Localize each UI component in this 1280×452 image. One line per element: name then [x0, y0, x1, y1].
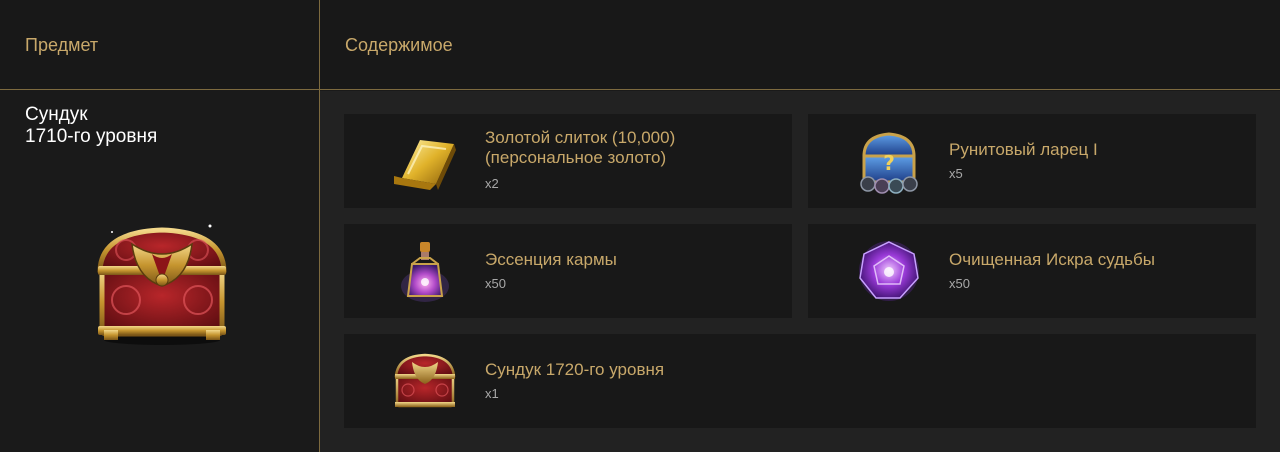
table-header: Предмет Содержимое	[0, 0, 1280, 90]
content-item-qty: x50	[485, 276, 506, 291]
content-item-runite-chest: ? Рунитовый ларец I x5	[808, 114, 1256, 208]
chest-title: Сундук 1710-го уровня	[25, 104, 285, 148]
chest-title-line2: 1710-го уровня	[25, 126, 158, 147]
runite-chest-icon: ?	[860, 132, 918, 194]
content-item-name-line1: Эссенция кармы	[485, 250, 617, 269]
content-item-name: Очищенная Искра судьбы	[949, 250, 1246, 270]
gold-bar-icon	[394, 140, 456, 190]
content-item-name-line1: Золотой слиток (10,000)	[485, 128, 676, 147]
content-item-name-line2: (персональное золото)	[485, 148, 667, 167]
chest-title-line1: Сундук	[25, 104, 88, 125]
content-item-qty: x2	[485, 176, 499, 191]
chest-icon	[394, 353, 456, 408]
content-item-gold-bar: Золотой слиток (10,000) (персональное зо…	[344, 114, 792, 208]
content-item-name: Золотой слиток (10,000) (персональное зо…	[485, 128, 782, 168]
content-item-qty: x50	[949, 276, 970, 291]
content-item-karma-essence: Эссенция кармы x50	[344, 224, 792, 318]
content-item-name: Эссенция кармы	[485, 250, 782, 270]
content-item-qty: x5	[949, 166, 963, 181]
content-item-name: Сундук 1720-го уровня	[485, 360, 1246, 380]
content-item-name-line1: Очищенная Искра судьбы	[949, 250, 1155, 269]
content-item-qty: x1	[485, 386, 499, 401]
header-item: Предмет	[25, 34, 99, 55]
header-contents: Содержимое	[345, 34, 453, 55]
svg-text:?: ?	[883, 151, 895, 175]
content-item-chest-1720: Сундук 1720-го уровня x1	[344, 334, 1256, 428]
column-divider	[319, 0, 320, 452]
karma-potion-icon	[401, 242, 449, 302]
destiny-spark-icon	[859, 241, 919, 301]
content-item-name-line1: Сундук 1720-го уровня	[485, 360, 665, 379]
reward-table: Предмет Содержимое Сундук 1710-го уровня	[0, 0, 1280, 452]
content-item-name-line1: Рунитовый ларец I	[949, 140, 1098, 159]
content-item-destiny-spark: Очищенная Искра судьбы x50	[808, 224, 1256, 318]
content-item-name: Рунитовый ларец I	[949, 140, 1246, 160]
chest-icon	[97, 224, 227, 345]
